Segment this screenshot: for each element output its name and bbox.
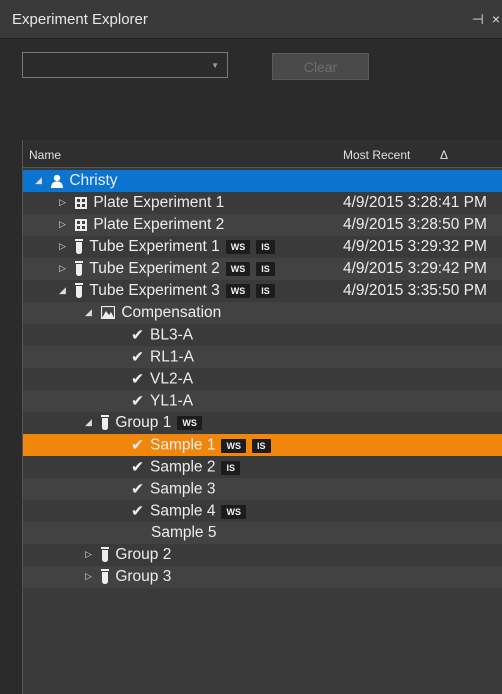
- ws-badge[interactable]: WS: [221, 438, 246, 453]
- is-badge[interactable]: IS: [221, 460, 240, 475]
- tree-row-sample-5[interactable]: Sample 5: [23, 522, 502, 544]
- column-header-name[interactable]: Name: [29, 148, 61, 162]
- tree-row-label: YL1-A: [150, 392, 194, 410]
- plate-icon: [75, 218, 88, 231]
- chevron-down-icon[interactable]: ▼: [211, 61, 219, 70]
- user-icon: [51, 174, 64, 188]
- tree-row-plate-experiment-2[interactable]: ▷ Plate Experiment 2 4/9/2015 3:28:50 PM: [23, 214, 502, 236]
- check-icon: ✔: [131, 437, 144, 454]
- tube-icon: [101, 415, 110, 431]
- check-icon: ✔: [131, 393, 144, 410]
- tree-row-christy[interactable]: ◢ Christy: [23, 170, 502, 192]
- tree-row-sample-1[interactable]: ✔ Sample 1 WS IS: [23, 434, 502, 456]
- check-icon: ✔: [131, 371, 144, 388]
- tree-row-date: 4/9/2015 3:28:41 PM: [343, 194, 487, 211]
- ws-badge[interactable]: WS: [225, 261, 251, 276]
- tree-row-label: Sample 5: [151, 524, 217, 541]
- tree-row-tube-experiment-2[interactable]: ▷ Tube Experiment 2 WS IS 4/9/2015 3:29:42…: [23, 258, 502, 280]
- tree-row-date: 4/9/2015 3:29:42 PM: [343, 260, 487, 277]
- collapsed-arrow-icon[interactable]: ▷: [85, 571, 97, 582]
- tube-icon: [101, 569, 110, 585]
- check-icon: ✔: [131, 327, 144, 344]
- tube-icon: [75, 283, 84, 299]
- tube-icon: [101, 547, 110, 563]
- tree-row-label: Group 1: [115, 414, 172, 431]
- collapsed-arrow-icon[interactable]: ▷: [59, 197, 71, 208]
- tree-row-label: Group 2: [115, 546, 172, 563]
- ws-badge[interactable]: WS: [221, 504, 246, 519]
- expanded-arrow-icon[interactable]: ◢: [85, 417, 97, 428]
- tree-row-label: Plate Experiment 1: [93, 194, 225, 211]
- tree-row-label: Sample 1: [150, 436, 216, 454]
- tree-row-date: 4/9/2015 3:28:50 PM: [343, 216, 487, 233]
- filter-combobox[interactable]: ▼: [22, 52, 228, 78]
- tree-row-tube-experiment-1[interactable]: ▷ Tube Experiment 1 WS IS 4/9/2015 3:29:32…: [23, 236, 502, 258]
- tree-row-sample-3[interactable]: ✔ Sample 3: [23, 478, 502, 500]
- expanded-arrow-icon[interactable]: ◢: [85, 307, 97, 318]
- tree-row-label: VL2-A: [150, 370, 194, 388]
- check-icon: ✔: [131, 349, 144, 366]
- ws-badge[interactable]: WS: [177, 415, 202, 430]
- is-badge[interactable]: IS: [256, 283, 275, 298]
- tree-row-vl2-a[interactable]: ✔ VL2-A: [23, 368, 502, 390]
- tube-icon: [75, 239, 84, 255]
- tree-row-group-3[interactable]: ▷ Group 3: [23, 566, 502, 588]
- tree-row-bl3-a[interactable]: ✔ BL3-A: [23, 324, 502, 346]
- plate-icon: [75, 196, 88, 209]
- panel-titlebar: Experiment Explorer ⊣ ×: [0, 0, 502, 39]
- tree-row-yl1-a[interactable]: ✔ YL1-A: [23, 390, 502, 412]
- tree-row-rl1-a[interactable]: ✔ RL1-A: [23, 346, 502, 368]
- close-icon[interactable]: ×: [492, 11, 500, 27]
- collapsed-arrow-icon[interactable]: ▷: [59, 219, 71, 230]
- sort-ascending-icon: Δ: [440, 148, 449, 162]
- tree-row-group-2[interactable]: ▷ Group 2: [23, 544, 502, 566]
- is-badge[interactable]: IS: [251, 438, 271, 453]
- check-icon: ✔: [131, 503, 144, 520]
- column-header-most-recent[interactable]: Most Recent: [343, 148, 410, 162]
- tree-row-label: Plate Experiment 2: [93, 216, 225, 233]
- check-icon: ✔: [131, 481, 144, 498]
- expanded-arrow-icon[interactable]: ◢: [35, 175, 47, 186]
- clear-button[interactable]: Clear: [272, 53, 369, 80]
- tree-row-compensation[interactable]: ◢ Compensation: [23, 302, 502, 324]
- tree-row-label: Sample 3: [150, 480, 216, 498]
- tree-row-label: Tube Experiment 3: [89, 282, 220, 299]
- experiment-tree: Name Most Recent Δ ◢ Christy ▷ Plate Exp…: [22, 140, 502, 694]
- tree-row-plate-experiment-1[interactable]: ▷ Plate Experiment 1 4/9/2015 3:28:41 PM: [23, 192, 502, 214]
- collapsed-arrow-icon[interactable]: ▷: [59, 263, 71, 274]
- tree-row-label: Sample 4: [150, 502, 216, 520]
- compensation-icon: [101, 306, 116, 320]
- check-icon: ✔: [131, 459, 144, 476]
- tree-row-sample-2[interactable]: ✔ Sample 2 IS: [23, 456, 502, 478]
- pin-icon[interactable]: ⊣: [472, 11, 484, 27]
- tree-row-tube-experiment-3[interactable]: ◢ Tube Experiment 3 WS IS 4/9/2015 3:35:50…: [23, 280, 502, 302]
- tree-row-group-1[interactable]: ◢ Group 1 WS: [23, 412, 502, 434]
- tree-row-label: Tube Experiment 2: [89, 260, 220, 277]
- collapsed-arrow-icon[interactable]: ▷: [59, 241, 71, 252]
- expanded-arrow-icon[interactable]: ◢: [59, 285, 71, 296]
- tree-row-label: Compensation: [121, 304, 222, 321]
- tree-row-label: BL3-A: [150, 326, 194, 344]
- tree-row-label: Tube Experiment 1: [89, 238, 220, 255]
- tree-row-label: Christy: [69, 172, 118, 189]
- tree-row-date: 4/9/2015 3:29:32 PM: [343, 238, 487, 255]
- tree-row-label: RL1-A: [150, 348, 194, 366]
- is-badge[interactable]: IS: [256, 261, 275, 276]
- tree-row-label: Sample 2: [150, 458, 216, 476]
- tube-icon: [75, 261, 84, 277]
- collapsed-arrow-icon[interactable]: ▷: [85, 549, 97, 560]
- tree-row-sample-4[interactable]: ✔ Sample 4 WS: [23, 500, 502, 522]
- tree-header: Name Most Recent Δ: [23, 140, 502, 168]
- tree-row-date: 4/9/2015 3:35:50 PM: [343, 282, 487, 299]
- panel-title: Experiment Explorer: [12, 11, 148, 28]
- tree-row-label: Group 3: [115, 568, 172, 585]
- is-badge[interactable]: IS: [256, 239, 275, 254]
- ws-badge[interactable]: WS: [225, 283, 251, 298]
- ws-badge[interactable]: WS: [225, 239, 251, 254]
